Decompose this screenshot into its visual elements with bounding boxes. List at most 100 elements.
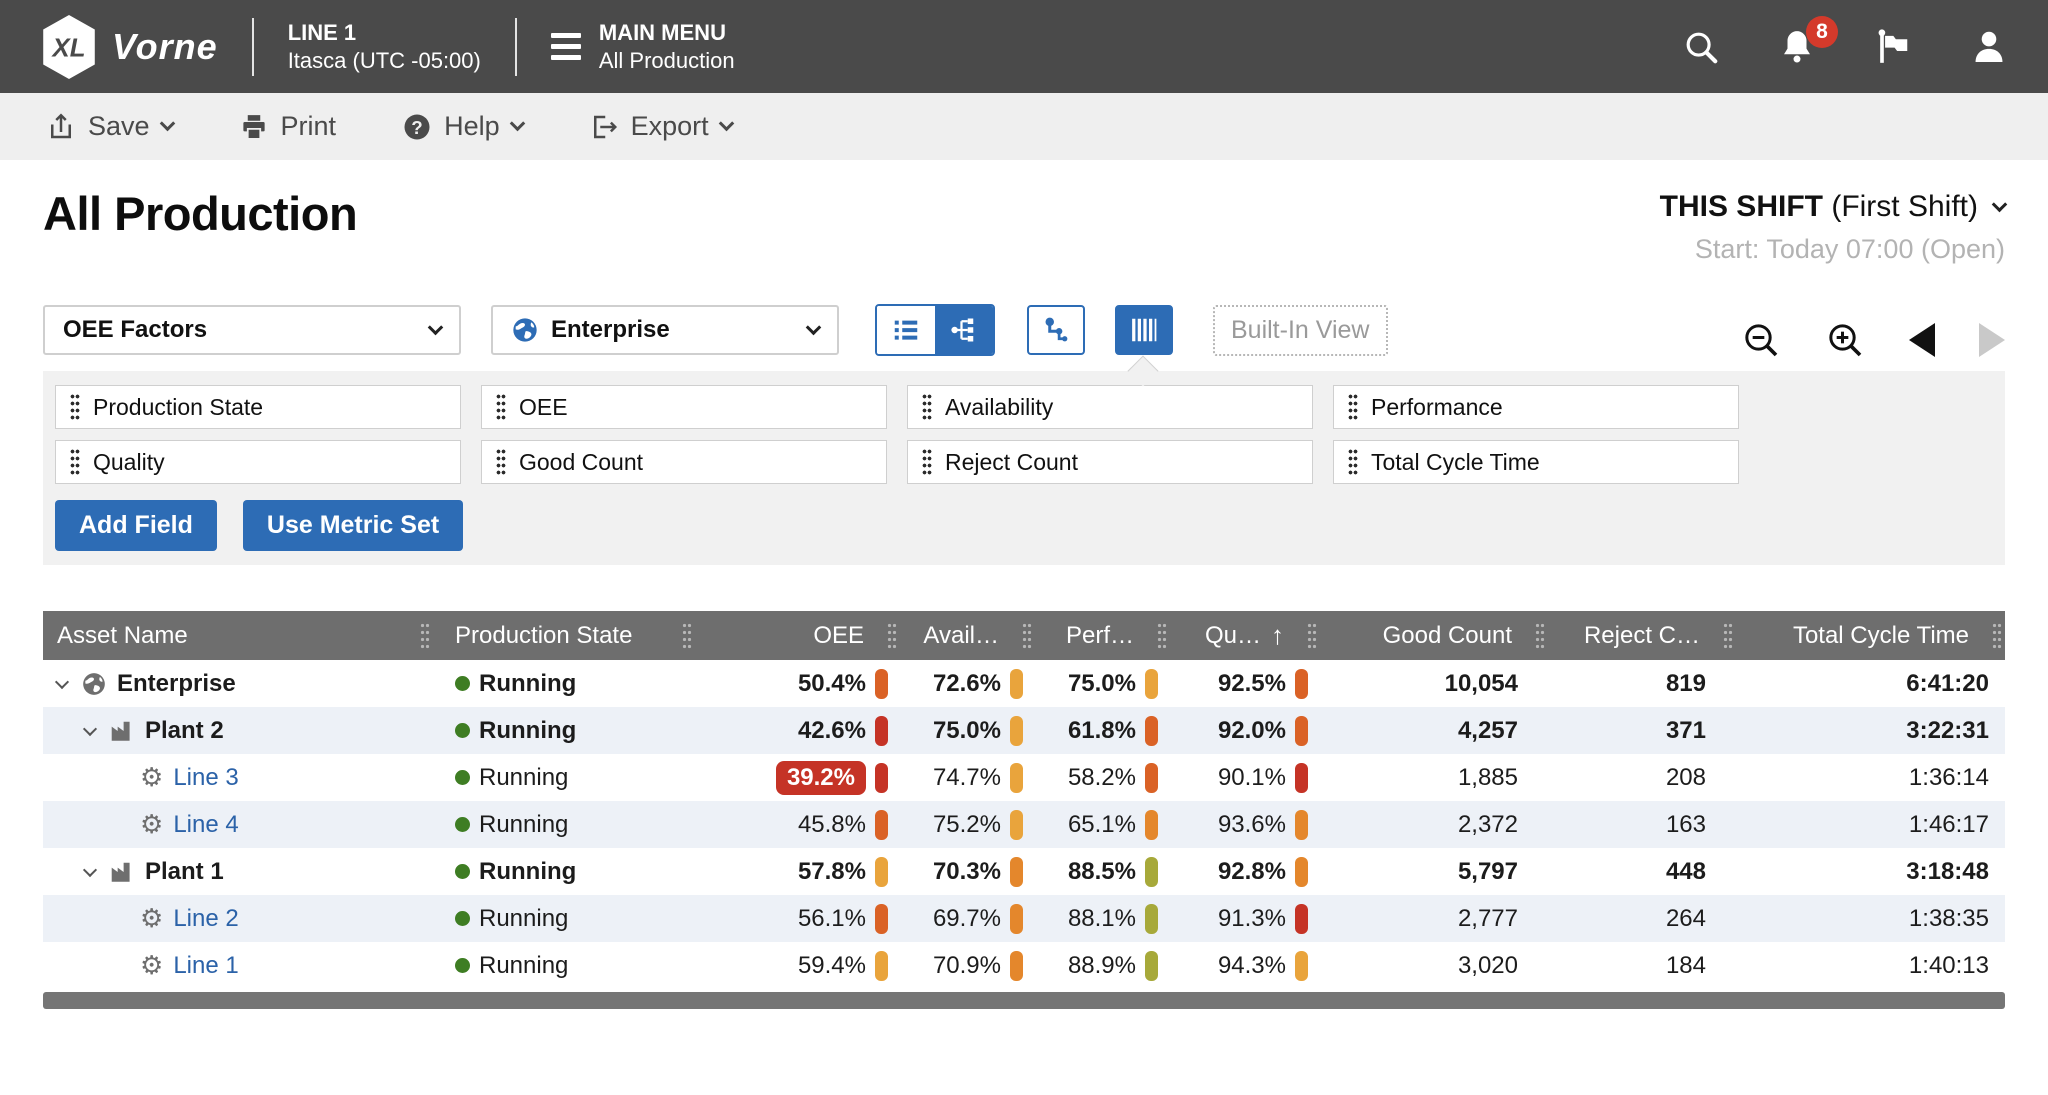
- asset-link[interactable]: Line 3: [173, 764, 238, 792]
- total-cycle-time-value: 3:22:31: [1906, 716, 1989, 744]
- drag-handle-icon[interactable]: [1348, 448, 1358, 476]
- quality-value: 90.1%: [1217, 763, 1286, 791]
- help-button[interactable]: ? Help: [402, 111, 525, 142]
- back-arrow-icon: [1909, 323, 1935, 357]
- list-view-button[interactable]: [877, 306, 935, 354]
- field-chip-label: Total Cycle Time: [1371, 448, 1540, 475]
- field-chip-availability[interactable]: Availability: [907, 385, 1313, 429]
- column-resize-handle[interactable]: [887, 621, 897, 650]
- field-chip-good-count[interactable]: Good Count: [481, 440, 887, 484]
- divider: [514, 17, 517, 76]
- table-row-plant-1[interactable]: Plant 1 Running 57.8% 70.3% 88.5% 92.8% …: [43, 848, 2005, 895]
- good-count-value: 1,885: [1457, 763, 1518, 791]
- save-button[interactable]: Save: [46, 111, 175, 142]
- field-chip-oee[interactable]: OEE: [481, 385, 887, 429]
- asset-link[interactable]: Line 4: [173, 811, 238, 839]
- user-button[interactable]: [1970, 28, 2008, 66]
- columns-button[interactable]: [1115, 305, 1173, 355]
- availability-value: 70.9%: [932, 951, 1001, 979]
- column-header-quality[interactable]: Qu… ↑: [1170, 611, 1320, 660]
- hierarchy-filter-button[interactable]: [1027, 305, 1085, 355]
- column-header-production-state[interactable]: Production State: [433, 611, 695, 660]
- column-header-performance[interactable]: Perf…: [1035, 611, 1170, 660]
- export-button[interactable]: Export: [589, 111, 734, 142]
- performance-value: 75.0%: [1067, 669, 1136, 697]
- running-status-dot: [455, 958, 470, 973]
- asset-name[interactable]: Enterprise: [117, 670, 236, 698]
- chevron-down-icon: [805, 319, 822, 335]
- built-in-view-badge[interactable]: Built-In View: [1213, 304, 1388, 356]
- line-selector[interactable]: LINE 1 Itasca (UTC -05:00): [288, 19, 481, 74]
- table-row-enterprise[interactable]: Enterprise Running 50.4% 72.6% 75.0% 92.…: [43, 660, 2005, 707]
- scope-dropdown[interactable]: Enterprise: [491, 305, 839, 355]
- chevron-down-icon: [427, 319, 444, 335]
- column-header-total-cycle-time[interactable]: Total Cycle Time: [1736, 611, 2005, 660]
- field-chip-label: Reject Count: [945, 448, 1078, 475]
- search-button[interactable]: [1682, 28, 1720, 66]
- performance-value: 88.5%: [1067, 857, 1136, 885]
- metric-set-dropdown[interactable]: OEE Factors: [43, 305, 461, 355]
- availability-indicator-pill: [1010, 903, 1023, 934]
- column-header-reject-count[interactable]: Reject C…: [1548, 611, 1736, 660]
- column-resize-handle[interactable]: [1992, 621, 2002, 650]
- collapse-caret-icon[interactable]: [54, 674, 70, 689]
- use-metric-set-button[interactable]: Use Metric Set: [242, 500, 464, 551]
- collapse-caret-icon[interactable]: [82, 721, 98, 736]
- report-period-selector[interactable]: THIS SHIFT (First Shift): [1660, 190, 2008, 224]
- table-row-line-1[interactable]: ⚙ Line 1 Running 59.4% 70.9% 88.9% 94.3%…: [43, 942, 2005, 989]
- column-resize-handle[interactable]: [420, 621, 430, 650]
- tree-view-button[interactable]: [935, 306, 993, 354]
- field-chip-quality[interactable]: Quality: [55, 440, 461, 484]
- column-resize-handle[interactable]: [1022, 621, 1032, 650]
- column-resize-handle[interactable]: [1535, 621, 1545, 650]
- collapse-caret-icon[interactable]: [82, 862, 98, 877]
- main-menu-button[interactable]: MAIN MENU All Production: [550, 19, 735, 74]
- table-row-line-3[interactable]: ⚙ Line 3 Running 39.2% 74.7% 58.2% 90.1%…: [43, 754, 2005, 801]
- drag-handle-icon[interactable]: [922, 393, 932, 421]
- column-resize-handle[interactable]: [682, 621, 692, 650]
- availability-value: 75.0%: [932, 716, 1001, 744]
- flags-button[interactable]: [1874, 28, 1912, 66]
- zoom-out-button[interactable]: [1741, 320, 1781, 360]
- asset-name[interactable]: Plant 2: [145, 717, 224, 745]
- drag-handle-icon[interactable]: [922, 448, 932, 476]
- column-header-oee[interactable]: OEE: [695, 611, 900, 660]
- drag-handle-icon[interactable]: [496, 393, 506, 421]
- drag-handle-icon[interactable]: [70, 393, 80, 421]
- field-chip-total-cycle-time[interactable]: Total Cycle Time: [1333, 440, 1739, 484]
- field-chip-reject-count[interactable]: Reject Count: [907, 440, 1313, 484]
- oee-value: 57.8%: [797, 857, 866, 885]
- column-header-good-count[interactable]: Good Count: [1320, 611, 1548, 660]
- layout-toggle: [875, 304, 995, 356]
- table-row-line-2[interactable]: ⚙ Line 2 Running 56.1% 69.7% 88.1% 91.3%…: [43, 895, 2005, 942]
- history-back-button[interactable]: [1909, 323, 1935, 357]
- table-row-line-4[interactable]: ⚙ Line 4 Running 45.8% 75.2% 65.1% 93.6%…: [43, 801, 2005, 848]
- drag-handle-icon[interactable]: [496, 448, 506, 476]
- notifications-button[interactable]: 8: [1778, 15, 1838, 66]
- zoom-in-icon: [1829, 324, 1862, 357]
- column-resize-handle[interactable]: [1157, 621, 1167, 650]
- table-row-plant-2[interactable]: Plant 2 Running 42.6% 75.0% 61.8% 92.0% …: [43, 707, 2005, 754]
- asset-link[interactable]: Line 2: [173, 905, 238, 933]
- column-header-asset-name[interactable]: Asset Name: [43, 611, 433, 660]
- column-resize-handle[interactable]: [1307, 621, 1317, 650]
- column-resize-handle[interactable]: [1723, 621, 1733, 650]
- column-header-availability[interactable]: Avail…: [900, 611, 1035, 660]
- drag-handle-icon[interactable]: [70, 448, 80, 476]
- field-chip-performance[interactable]: Performance: [1333, 385, 1739, 429]
- field-chip-production-state[interactable]: Production State: [55, 385, 461, 429]
- add-field-button[interactable]: Add Field: [55, 500, 217, 551]
- zoom-out-icon: [1745, 324, 1778, 357]
- asset-name[interactable]: Plant 1: [145, 858, 224, 886]
- horizontal-scrollbar[interactable]: [43, 992, 2005, 1009]
- history-forward-button[interactable]: [1979, 323, 2005, 357]
- chevron-down-icon: [718, 115, 734, 132]
- zoom-in-button[interactable]: [1825, 320, 1865, 360]
- vorne-logo[interactable]: XL Vorne: [40, 14, 218, 80]
- performance-value: 88.9%: [1067, 951, 1136, 979]
- print-button[interactable]: Print: [239, 111, 336, 142]
- reject-count-value: 819: [1665, 669, 1706, 697]
- total-cycle-time-value: 1:38:35: [1908, 904, 1989, 932]
- drag-handle-icon[interactable]: [1348, 393, 1358, 421]
- asset-link[interactable]: Line 1: [173, 952, 238, 980]
